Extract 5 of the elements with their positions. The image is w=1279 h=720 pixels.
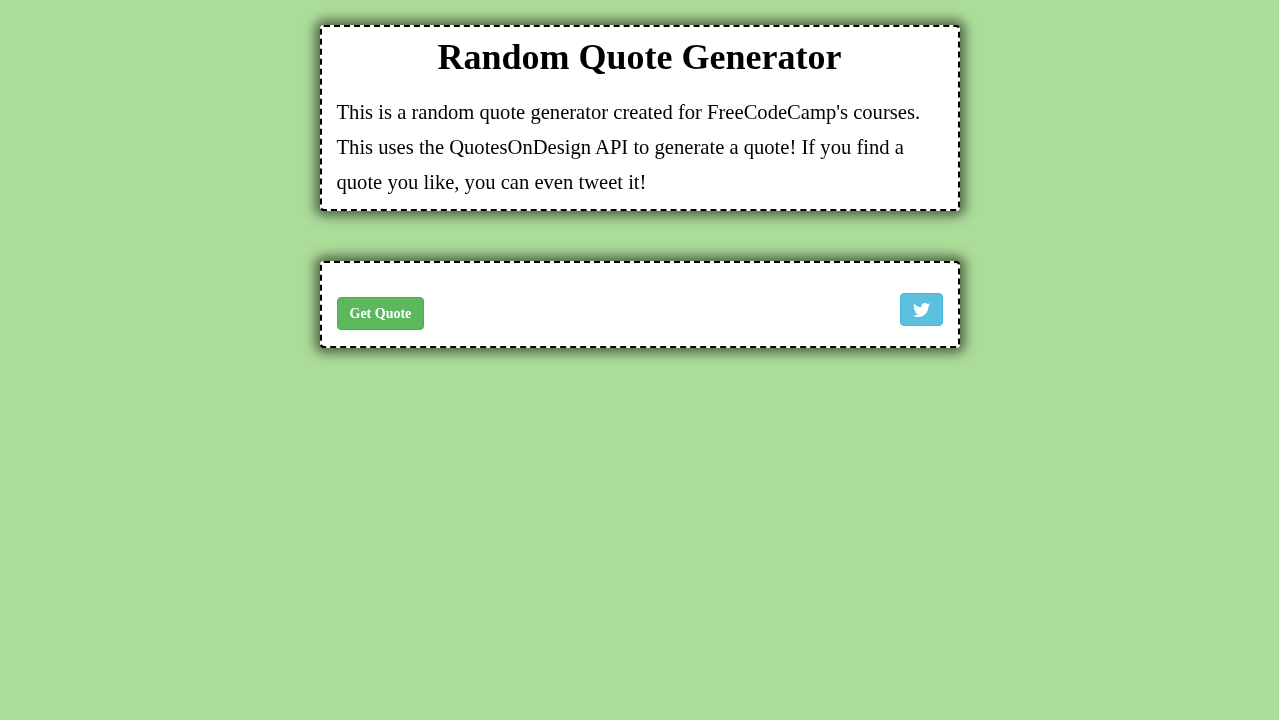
page-title: Random Quote Generator	[436, 37, 843, 77]
twitter-bird-icon	[912, 302, 930, 317]
description-text: This is a random quote generator created for FreeCodeCamp's courses. This uses the QuotesOnDesign API to generate a quote! If you find a quote you like, you can even tweet it!	[336, 100, 922, 196]
tweet-button[interactable]	[899, 293, 943, 326]
get-quote-button[interactable]: Get Quote	[336, 297, 425, 330]
